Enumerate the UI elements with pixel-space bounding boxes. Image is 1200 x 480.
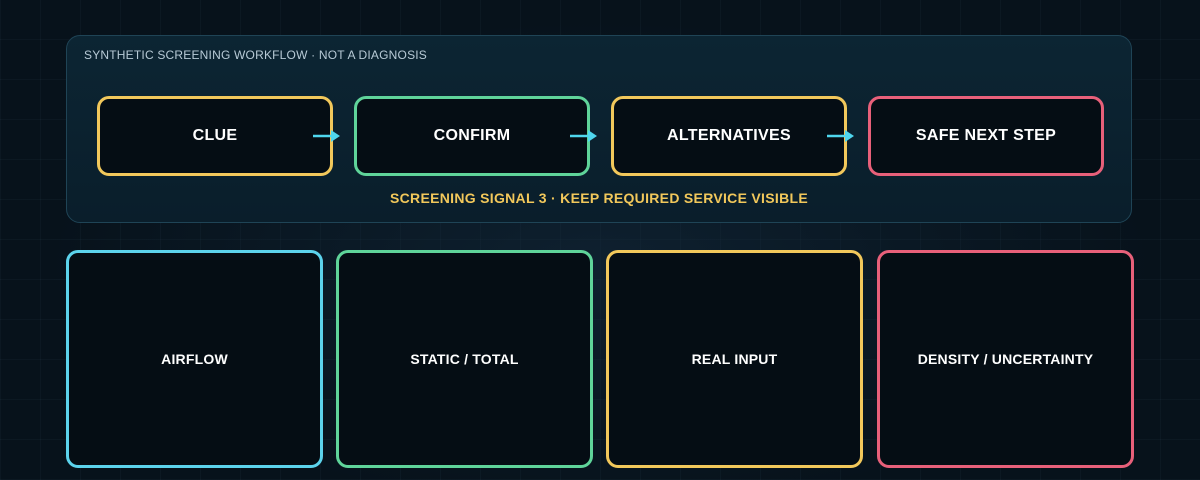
screening-signal: SCREENING SIGNAL 3 · KEEP REQUIRED SERVI…	[390, 190, 808, 206]
step-safe-next-step: SAFE NEXT STEP	[868, 96, 1104, 176]
step-alternatives: ALTERNATIVES	[611, 96, 847, 176]
arrow-right-icon	[827, 130, 854, 142]
workflow-header: SYNTHETIC SCREENING WORKFLOW · NOT A DIA…	[84, 48, 428, 62]
card-density-uncertainty: DENSITY / UNCERTAINTY	[877, 250, 1134, 468]
arrow-right-icon	[313, 130, 340, 142]
card-airflow: AIRFLOW	[66, 250, 323, 468]
arrow-right-icon	[570, 130, 597, 142]
card-real-input: REAL INPUT	[606, 250, 863, 468]
workflow-panel: SYNTHETIC SCREENING WORKFLOW · NOT A DIA…	[66, 35, 1132, 223]
step-confirm: CONFIRM	[354, 96, 590, 176]
card-static-total: STATIC / TOTAL	[336, 250, 593, 468]
step-clue: CLUE	[97, 96, 333, 176]
